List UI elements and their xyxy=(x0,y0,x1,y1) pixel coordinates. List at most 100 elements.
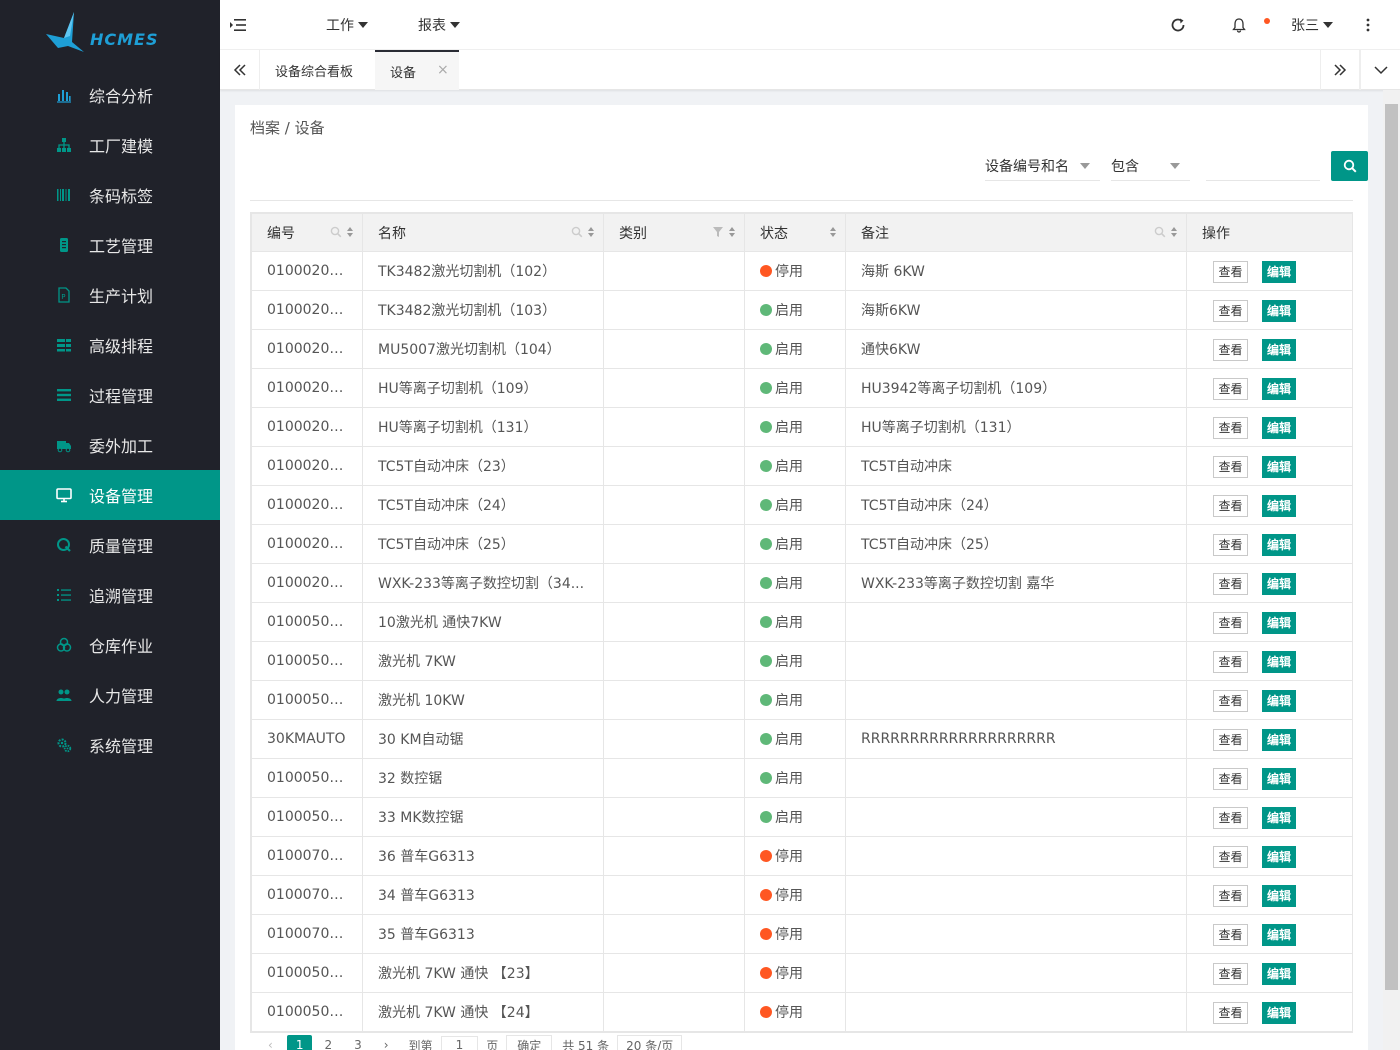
nav-report-menu[interactable]: 报表 xyxy=(418,0,460,50)
prev-page-icon[interactable]: ‹ xyxy=(268,1038,273,1050)
view-button[interactable]: 查看 xyxy=(1213,534,1248,556)
sidebar-item-6[interactable]: 过程管理 xyxy=(0,370,220,420)
col-header-name[interactable]: 名称 xyxy=(362,213,604,252)
edit-button[interactable]: 编辑 xyxy=(1262,846,1296,868)
filter-operator-select[interactable]: 包含 xyxy=(1111,151,1190,181)
edit-button[interactable]: 编辑 xyxy=(1262,495,1296,517)
view-button[interactable]: 查看 xyxy=(1213,690,1248,712)
sidebar-item-7[interactable]: 委外加工 xyxy=(0,420,220,470)
sidebar-item-2[interactable]: 条码标签 xyxy=(0,170,220,220)
status-dot xyxy=(760,265,772,277)
edit-button[interactable]: 编辑 xyxy=(1262,612,1296,634)
sort-icon[interactable] xyxy=(728,226,736,238)
view-button[interactable]: 查看 xyxy=(1213,729,1248,751)
page-size-select[interactable]: 20 条/页 xyxy=(617,1034,683,1050)
edit-button[interactable]: 编辑 xyxy=(1262,690,1296,712)
edit-button[interactable]: 编辑 xyxy=(1262,339,1296,361)
view-button[interactable]: 查看 xyxy=(1213,924,1248,946)
nav-work-menu[interactable]: 工作 xyxy=(326,0,368,50)
sort-icon[interactable] xyxy=(829,226,837,238)
sidebar-item-13[interactable]: 系统管理 xyxy=(0,720,220,770)
view-button[interactable]: 查看 xyxy=(1213,417,1248,439)
sidebar-item-12[interactable]: 人力管理 xyxy=(0,670,220,720)
view-button[interactable]: 查看 xyxy=(1213,612,1248,634)
sidebar-item-0[interactable]: 综合分析 xyxy=(0,70,220,120)
edit-button[interactable]: 编辑 xyxy=(1262,261,1296,283)
edit-button[interactable]: 编辑 xyxy=(1262,1002,1296,1024)
menu-toggle-button[interactable] xyxy=(230,0,250,50)
column-search-icon[interactable] xyxy=(571,226,583,238)
sidebar-item-9[interactable]: 质量管理 xyxy=(0,520,220,570)
view-button[interactable]: 查看 xyxy=(1213,846,1248,868)
view-button[interactable]: 查看 xyxy=(1213,456,1248,478)
sort-icon[interactable] xyxy=(1170,226,1178,238)
col-header-remark[interactable]: 备注 xyxy=(845,213,1187,252)
app-logo[interactable]: HCMES xyxy=(0,0,220,62)
column-search-icon[interactable] xyxy=(1154,226,1166,238)
sidebar-item-8[interactable]: 设备管理 xyxy=(0,470,220,520)
status-text: 启用 xyxy=(775,615,803,631)
filter-funnel-icon[interactable] xyxy=(712,226,724,238)
sort-icon[interactable] xyxy=(587,226,595,238)
tabs-scroll-left-button[interactable] xyxy=(220,50,260,90)
cell-remark: 通快6KW xyxy=(845,329,1187,369)
more-button[interactable] xyxy=(1362,0,1374,50)
col-header-status[interactable]: 状态 xyxy=(744,213,846,252)
page-button-2[interactable]: 2 xyxy=(324,1038,332,1050)
edit-button[interactable]: 编辑 xyxy=(1262,963,1296,985)
sidebar-item-3[interactable]: 工艺管理 xyxy=(0,220,220,270)
page-button-3[interactable]: 3 xyxy=(354,1038,362,1050)
edit-button[interactable]: 编辑 xyxy=(1262,651,1296,673)
view-button[interactable]: 查看 xyxy=(1213,651,1248,673)
filter-field-select[interactable]: 设备编号和名 xyxy=(985,151,1100,181)
goto-page-input[interactable]: 1 xyxy=(440,1036,479,1050)
edit-button[interactable]: 编辑 xyxy=(1262,417,1296,439)
view-button[interactable]: 查看 xyxy=(1213,885,1248,907)
view-button[interactable]: 查看 xyxy=(1213,963,1248,985)
view-button[interactable]: 查看 xyxy=(1213,768,1248,790)
refresh-button[interactable] xyxy=(1170,0,1186,50)
filter-value-input[interactable] xyxy=(1206,151,1320,181)
edit-button[interactable]: 编辑 xyxy=(1262,885,1296,907)
column-search-icon[interactable] xyxy=(330,226,342,238)
page-scrollbar[interactable] xyxy=(1383,90,1400,1050)
edit-button[interactable]: 编辑 xyxy=(1262,768,1296,790)
sidebar-item-11[interactable]: 仓库作业 xyxy=(0,620,220,670)
notification-button[interactable] xyxy=(1231,0,1270,50)
edit-button[interactable]: 编辑 xyxy=(1262,456,1296,478)
view-button[interactable]: 查看 xyxy=(1213,807,1248,829)
view-button[interactable]: 查看 xyxy=(1213,300,1248,322)
view-button[interactable]: 查看 xyxy=(1213,339,1248,361)
tab-dashboard[interactable]: 设备综合看板 xyxy=(260,50,375,90)
edit-button[interactable]: 编辑 xyxy=(1262,300,1296,322)
edit-button[interactable]: 编辑 xyxy=(1262,573,1296,595)
user-menu[interactable]: 张三 xyxy=(1291,0,1333,50)
page-button-1[interactable]: 1 xyxy=(286,1035,313,1050)
col-header-category[interactable]: 类别 xyxy=(603,213,745,252)
next-page-icon[interactable]: › xyxy=(384,1038,389,1050)
edit-button[interactable]: 编辑 xyxy=(1262,924,1296,946)
search-button[interactable] xyxy=(1331,151,1368,181)
tabs-options-button[interactable] xyxy=(1360,50,1400,90)
sidebar-item-4[interactable]: P 生产计划 xyxy=(0,270,220,320)
view-button[interactable]: 查看 xyxy=(1213,573,1248,595)
tab-device[interactable]: 设备 × xyxy=(375,50,459,90)
goto-confirm-button[interactable]: 确定 xyxy=(506,1034,553,1050)
sidebar-item-5[interactable]: 高级排程 xyxy=(0,320,220,370)
tabs-scroll-right-button[interactable] xyxy=(1320,50,1360,90)
view-button[interactable]: 查看 xyxy=(1213,261,1248,283)
close-icon[interactable]: × xyxy=(437,62,449,78)
view-button[interactable]: 查看 xyxy=(1213,495,1248,517)
view-button[interactable]: 查看 xyxy=(1213,378,1248,400)
edit-button[interactable]: 编辑 xyxy=(1262,729,1296,751)
chevron-down-icon xyxy=(1373,66,1388,75)
col-header-code[interactable]: 编号 xyxy=(251,213,363,252)
view-button[interactable]: 查看 xyxy=(1213,1002,1248,1024)
sort-icon[interactable] xyxy=(346,226,354,238)
edit-button[interactable]: 编辑 xyxy=(1262,534,1296,556)
scrollbar-thumb[interactable] xyxy=(1385,104,1398,990)
sidebar-item-10[interactable]: 追溯管理 xyxy=(0,570,220,620)
edit-button[interactable]: 编辑 xyxy=(1262,807,1296,829)
edit-button[interactable]: 编辑 xyxy=(1262,378,1296,400)
sidebar-item-1[interactable]: 工厂建模 xyxy=(0,120,220,170)
